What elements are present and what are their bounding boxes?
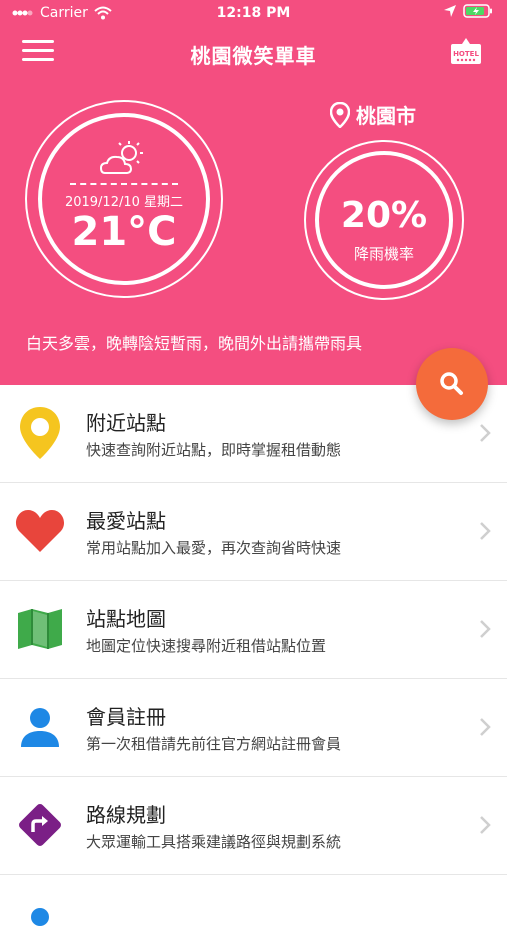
partly-cloudy-icon [99,141,143,174]
nav-bar: 桃園微笑單車 HOTEL [0,28,507,78]
location-arrow-icon [444,5,456,17]
menu-item-route[interactable]: 路線規劃 大眾運輸工具搭乘建議路徑與規劃系統 [0,777,507,875]
menu-item-desc: 地圖定位快速搜尋附近租借站點位置 [86,637,327,655]
status-time: 12:18 PM [216,5,291,21]
menu-item-desc: 常用站點加入最愛，再次查詢省時快速 [86,539,342,557]
menu-item-title: 最愛站點 [86,509,166,533]
menu-item-desc: 快速查詢附近站點，即時掌握租借動態 [86,441,342,459]
person-icon [21,708,59,747]
menu-item-title: 路線規劃 [86,803,166,827]
menu-item-register[interactable]: 會員註冊 第一次租借請先前往官方網站註冊會員 [0,679,507,777]
location-pin-icon [20,407,60,459]
weather-widget: 2019/12/10 星期二 21°C [25,100,223,298]
weather-date: 2019/12/10 星期二 [64,195,184,210]
hotel-button[interactable]: HOTEL [449,36,483,70]
chevron-right-icon [480,718,491,736]
rain-percent: 20% [340,195,428,236]
hotel-icon-text: HOTEL [453,50,479,58]
heart-icon [15,510,65,552]
map-icon [18,609,62,649]
route-sign-icon [19,804,61,846]
menu-item-favorites[interactable]: 最愛站點 常用站點加入最愛，再次查詢省時快速 [0,483,507,581]
menu-item-title: 站點地圖 [86,607,166,631]
chevron-right-icon [480,816,491,834]
menu-item-title: 會員註冊 [86,705,166,729]
menu-item-map[interactable]: 站點地圖 地圖定位快速搜尋附近租借站點位置 [0,581,507,679]
info-icon [31,908,49,926]
chevron-right-icon [480,522,491,540]
chevron-right-icon [480,620,491,638]
hotel-icon: HOTEL [451,38,481,64]
city-name: 桃園市 [356,104,416,128]
temperature: 21°C [71,209,177,255]
rain-widget: 20% 降雨機率 [304,140,464,300]
rain-label: 降雨機率 [353,245,414,263]
status-bar: Carrier 12:18 PM [0,0,507,28]
battery-icon [463,4,492,18]
page-title: 桃園微笑單車 [190,44,317,68]
divider [70,183,178,185]
menu-item-desc: 大眾運輸工具搭乘建議路徑與規劃系統 [86,833,342,851]
forecast-text: 白天多雲，晚轉陰短暫雨，晚間外出請攜帶雨具 [26,334,363,353]
location-pin-icon [330,101,350,128]
header: Carrier 12:18 PM 桃園微笑單車 HOTEL 2019/12/10… [0,0,507,385]
menu-item-nearby[interactable]: 附近站點 快速查詢附近站點，即時掌握租借動態 [0,385,507,483]
chevron-right-icon [480,424,491,442]
menu-item-title: 附近站點 [86,411,166,435]
menu-list: 附近站點 快速查詢附近站點，即時掌握租借動態 最愛站點 常用站點加入最愛，再次查… [0,385,507,926]
city-label: 桃園市 [330,100,416,129]
menu-item-desc: 第一次租借請先前往官方網站註冊會員 [86,735,342,753]
menu-item-partial[interactable] [0,875,507,926]
